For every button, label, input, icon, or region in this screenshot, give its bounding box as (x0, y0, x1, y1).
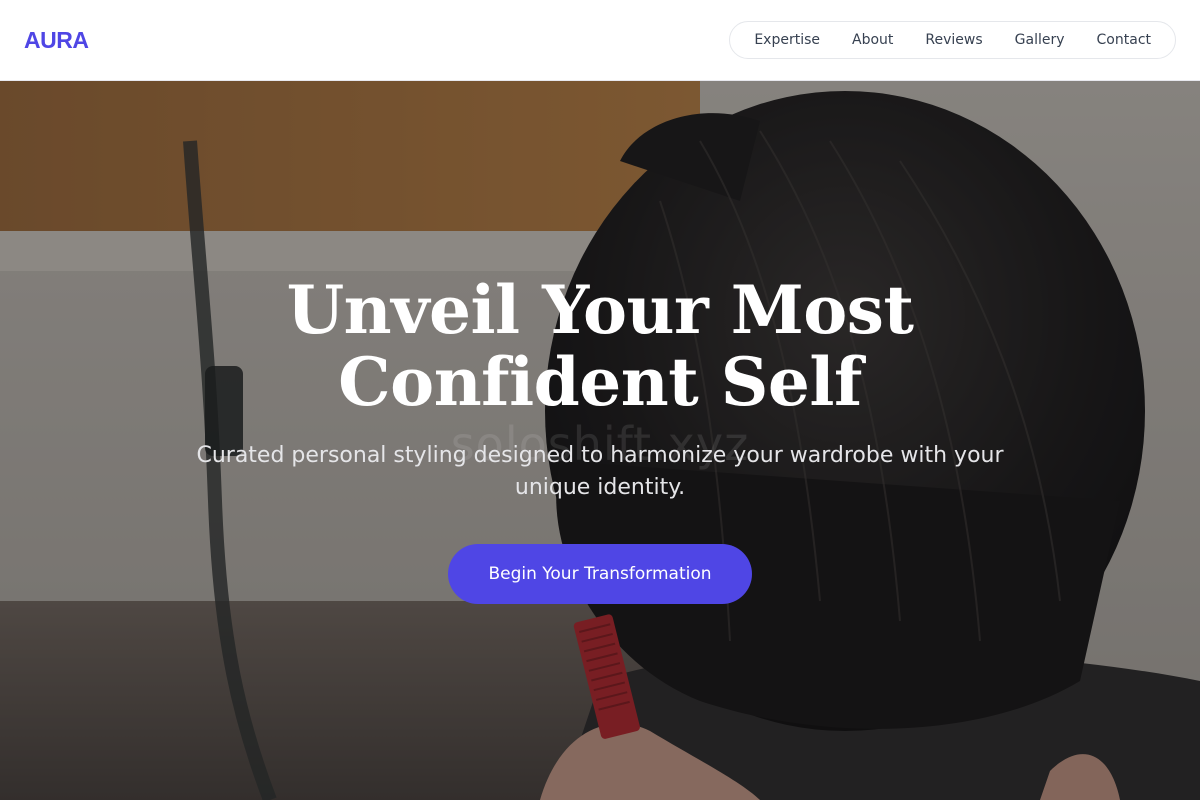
brand-logo[interactable]: AURA (24, 27, 89, 54)
begin-transformation-button[interactable]: Begin Your Transformation (448, 544, 752, 604)
nav-item-reviews[interactable]: Reviews (909, 21, 998, 59)
nav-item-gallery[interactable]: Gallery (999, 21, 1081, 59)
nav-item-expertise[interactable]: Expertise (738, 21, 836, 59)
hero-subtitle: Curated personal styling designed to har… (196, 443, 1004, 500)
hero-content: Unveil Your Most Confident Self Curated … (0, 274, 1200, 604)
main-nav: Expertise About Reviews Gallery Contact (729, 21, 1176, 59)
nav-item-about[interactable]: About (836, 21, 909, 59)
hero-title: Unveil Your Most Confident Self (286, 271, 914, 421)
nav-item-contact[interactable]: Contact (1081, 21, 1167, 59)
site-header: AURA Expertise About Reviews Gallery Con… (0, 0, 1200, 81)
hero-section: soloshift.xyz Unveil Your Most Confident… (0, 81, 1200, 800)
